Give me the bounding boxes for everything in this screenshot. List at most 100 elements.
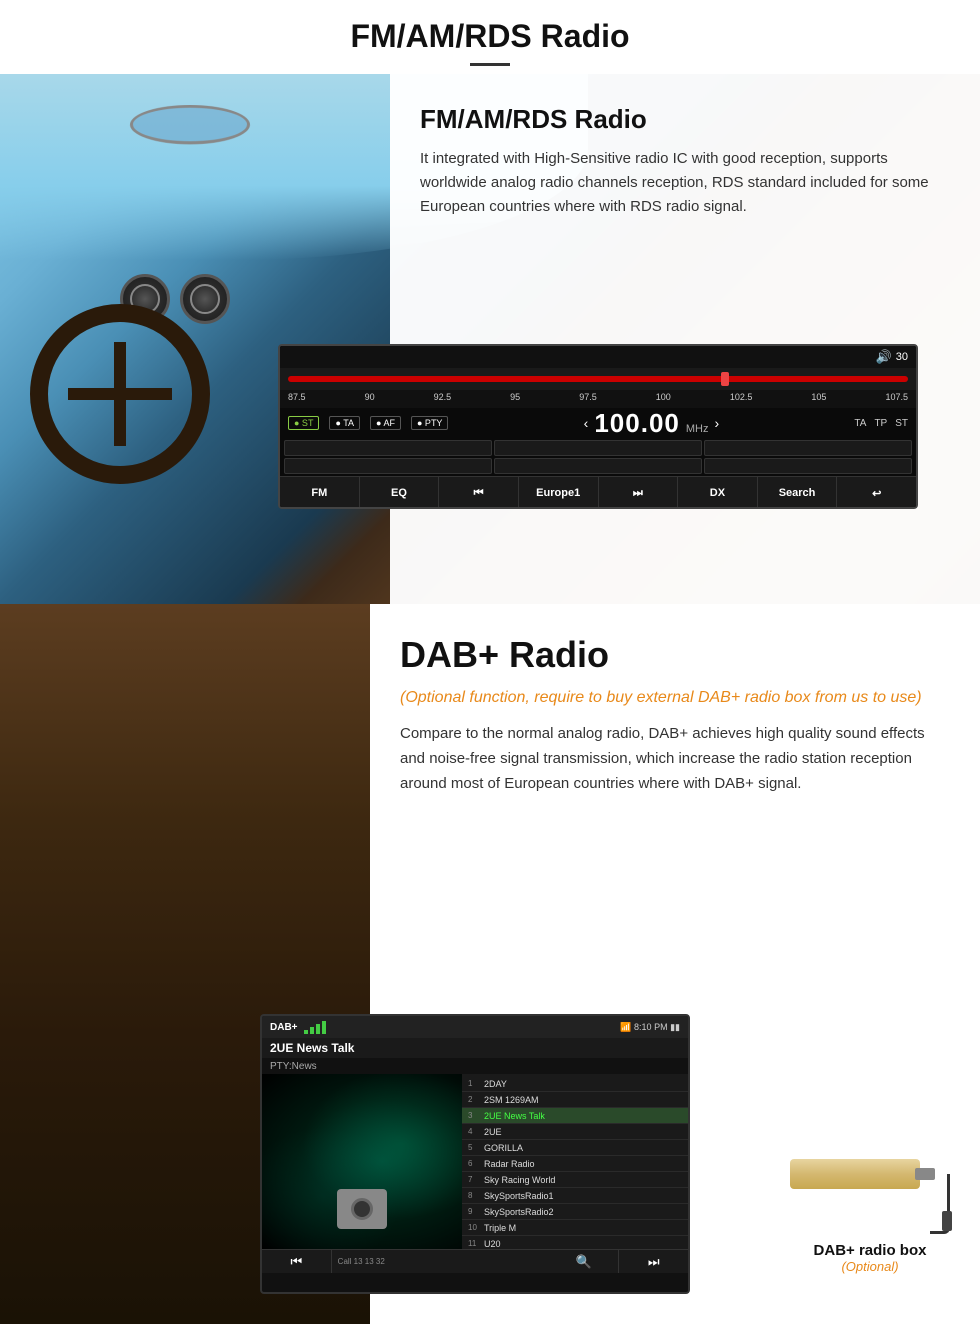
mode-st-button[interactable]: ● ST bbox=[288, 416, 319, 430]
dab-next-button[interactable]: ⏭ bbox=[619, 1250, 688, 1273]
radio-controls-row: ● ST ● TA ● AF ● PTY ‹ 100.00 MHz › TA T… bbox=[280, 408, 916, 438]
station-name-2: 2SM 1269AM bbox=[484, 1095, 539, 1105]
freq-scale-90: 90 bbox=[365, 392, 375, 406]
freq-scale-1025: 102.5 bbox=[730, 392, 753, 406]
freq-left-arrow[interactable]: ‹ bbox=[584, 415, 589, 431]
signal-bar-1 bbox=[304, 1030, 308, 1034]
dab-box-cable bbox=[930, 1174, 950, 1234]
dab-search-button[interactable]: 🔍 bbox=[550, 1250, 620, 1273]
steering-wheel-area bbox=[30, 304, 230, 504]
dab-station-3[interactable]: 3 2UE News Talk bbox=[462, 1108, 688, 1124]
station-name-3: 2UE News Talk bbox=[484, 1111, 545, 1121]
station-name-1: 2DAY bbox=[484, 1079, 507, 1089]
frequency-display: ‹ 100.00 MHz › bbox=[458, 408, 844, 439]
radio-volume-display: 🔊 30 bbox=[876, 349, 908, 365]
station-num-8: 8 bbox=[468, 1191, 484, 1200]
freq-scale-100: 100 bbox=[656, 392, 671, 406]
radio-top-bar: 🔊 30 bbox=[280, 346, 916, 368]
dab-station-1[interactable]: 1 2DAY bbox=[462, 1076, 688, 1092]
header-divider bbox=[470, 63, 510, 66]
mode-af-button[interactable]: ● AF bbox=[370, 416, 401, 430]
fm-button[interactable]: FM bbox=[280, 477, 360, 509]
station-name-9: SkySportsRadio2 bbox=[484, 1207, 554, 1217]
station-num-6: 6 bbox=[468, 1159, 484, 1168]
freq-scale-1075: 107.5 bbox=[885, 392, 908, 406]
signal-bars bbox=[304, 1020, 326, 1034]
freq-scale-95: 95 bbox=[510, 392, 520, 406]
search-button[interactable]: Search bbox=[758, 477, 838, 509]
back-button[interactable]: ↩ bbox=[837, 477, 916, 509]
page-title: FM/AM/RDS Radio bbox=[0, 18, 980, 55]
ta-label: TA bbox=[854, 418, 866, 429]
st-label: ST bbox=[895, 418, 908, 429]
page-header: FM/AM/RDS Radio bbox=[0, 0, 980, 74]
radio-screen: 🔊 30 87.5 90 92.5 95 97.5 100 102.5 105 … bbox=[278, 344, 918, 509]
dab-call-info: Call 13 13 32 bbox=[332, 1257, 550, 1266]
dab-station-10[interactable]: 10 Triple M bbox=[462, 1220, 688, 1236]
dab-station-6[interactable]: 6 Radar Radio bbox=[462, 1156, 688, 1172]
dab-station-2[interactable]: 2 2SM 1269AM bbox=[462, 1092, 688, 1108]
europe1-button[interactable]: Europe1 bbox=[519, 477, 599, 509]
dab-main-content: 1 2DAY 2 2SM 1269AM 3 2UE News Talk 4 2U… bbox=[262, 1074, 688, 1249]
frequency-unit: MHz bbox=[686, 423, 709, 435]
preset-4[interactable] bbox=[284, 458, 492, 474]
steering-spoke-vertical bbox=[114, 342, 126, 446]
signal-bar-4 bbox=[322, 1021, 326, 1034]
dab-station-11[interactable]: 11 U20 bbox=[462, 1236, 688, 1249]
dab-prev-button[interactable]: ⏮ bbox=[262, 1250, 332, 1273]
station-name-11: U20 bbox=[484, 1239, 501, 1249]
preset-6[interactable] bbox=[704, 458, 912, 474]
next-button[interactable]: ⏭ bbox=[599, 477, 679, 509]
station-num-4: 4 bbox=[468, 1127, 484, 1136]
dx-button[interactable]: DX bbox=[678, 477, 758, 509]
dab-box-area: DAB+ radio box (Optional) bbox=[780, 1144, 960, 1274]
frequency-slider-area[interactable] bbox=[280, 368, 916, 390]
dab-box-label: DAB+ radio box bbox=[780, 1242, 960, 1259]
mode-ta-button[interactable]: ● TA bbox=[329, 416, 360, 430]
station-num-1: 1 bbox=[468, 1079, 484, 1088]
station-num-9: 9 bbox=[468, 1207, 484, 1216]
radio-extra-buttons: TA TP ST bbox=[854, 418, 908, 429]
frequency-track bbox=[288, 376, 908, 382]
mode-pty-button[interactable]: ● PTY bbox=[411, 416, 448, 430]
freq-scale-925: 92.5 bbox=[434, 392, 452, 406]
preset-2[interactable] bbox=[494, 440, 702, 456]
fm-content-panel: FM/AM/RDS Radio It integrated with High-… bbox=[390, 74, 980, 604]
frequency-number: 100.00 bbox=[594, 408, 680, 439]
volume-icon: 🔊 bbox=[876, 349, 892, 365]
dab-time: 8:10 PM bbox=[634, 1022, 668, 1032]
dab-bottom-controls: ⏮ Call 13 13 32 🔍 ⏭ bbox=[262, 1249, 688, 1273]
camera-icon bbox=[337, 1189, 387, 1229]
lower-section: DAB+ Radio (Optional function, require t… bbox=[0, 604, 980, 1324]
dab-station-5[interactable]: 5 GORILLA bbox=[462, 1140, 688, 1156]
dab-box-plug bbox=[942, 1211, 952, 1231]
preset-5[interactable] bbox=[494, 458, 702, 474]
dab-station-9[interactable]: 9 SkySportsRadio2 bbox=[462, 1204, 688, 1220]
frequency-thumb[interactable] bbox=[721, 372, 729, 386]
dab-pty: PTY:News bbox=[262, 1058, 688, 1074]
dab-screen: DAB+ 📶 8:10 PM ▮▮ 2UE News Talk PTY:News bbox=[260, 1014, 690, 1294]
signal-bar-3 bbox=[316, 1024, 320, 1034]
dab-station-4[interactable]: 4 2UE bbox=[462, 1124, 688, 1140]
station-name-7: Sky Racing World bbox=[484, 1175, 555, 1185]
freq-scale-975: 97.5 bbox=[579, 392, 597, 406]
freq-scale-105: 105 bbox=[811, 392, 826, 406]
dab-header-label: DAB+ bbox=[270, 1022, 298, 1033]
dab-box-body bbox=[790, 1159, 920, 1189]
dab-header-right: 📶 8:10 PM ▮▮ bbox=[620, 1022, 680, 1033]
station-num-7: 7 bbox=[468, 1175, 484, 1184]
eq-button[interactable]: EQ bbox=[360, 477, 440, 509]
dab-screen-header: DAB+ 📶 8:10 PM ▮▮ bbox=[262, 1016, 688, 1038]
fm-section-description: It integrated with High-Sensitive radio … bbox=[420, 147, 950, 219]
preset-3[interactable] bbox=[704, 440, 912, 456]
preset-1[interactable] bbox=[284, 440, 492, 456]
dab-station-8[interactable]: 8 SkySportsRadio1 bbox=[462, 1188, 688, 1204]
dab-station-7[interactable]: 7 Sky Racing World bbox=[462, 1172, 688, 1188]
freq-right-arrow[interactable]: › bbox=[714, 415, 719, 431]
station-num-3: 3 bbox=[468, 1111, 484, 1120]
prev-button[interactable]: ⏮ bbox=[439, 477, 519, 509]
station-num-11: 11 bbox=[468, 1239, 484, 1248]
camera-lens bbox=[351, 1198, 373, 1220]
volume-value: 30 bbox=[896, 351, 908, 363]
fm-section-title: FM/AM/RDS Radio bbox=[420, 104, 950, 135]
